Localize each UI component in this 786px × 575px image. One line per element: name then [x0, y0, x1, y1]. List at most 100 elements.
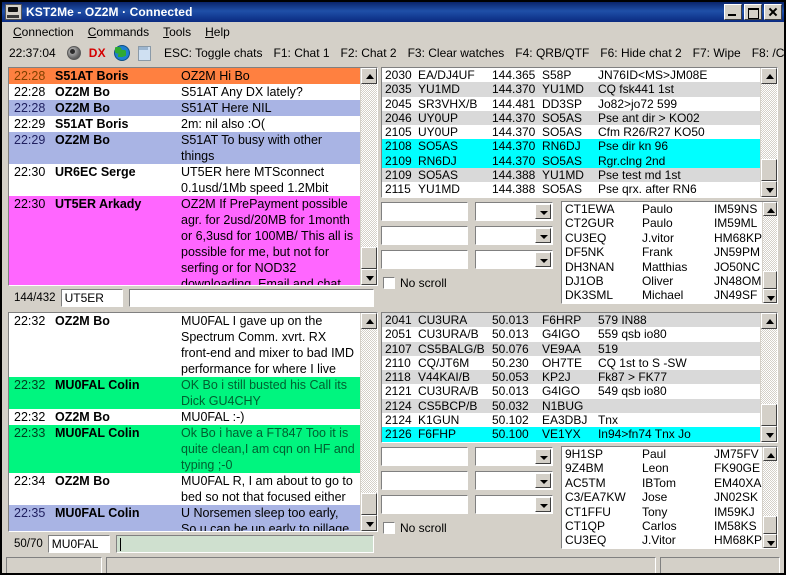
fkey-hint[interactable]: F7: Wipe — [693, 46, 741, 60]
scroll-up-button[interactable] — [763, 447, 777, 461]
scroll-up-button[interactable] — [761, 313, 777, 329]
user-row[interactable]: CT1EWA Paulo IM59NS — [562, 202, 762, 216]
no-scroll-control-2[interactable]: No scroll — [381, 518, 557, 538]
spot-row[interactable]: 2030 EA/DJ4UF 144.365 S58P JN76ID<MS>JM08E — [381, 68, 760, 83]
chat-message[interactable]: 22:30 UT5ER Arkady OZ2M If PrePayment poss… — [9, 196, 360, 285]
chat-1-message-input[interactable] — [128, 289, 374, 307]
chat-1-callsign-input[interactable]: UT5ER — [59, 288, 124, 308]
filter-input-1[interactable] — [380, 446, 468, 466]
chat-message[interactable]: 22:34 OZ2M Bo MU0FAL R, I am about to go t… — [9, 473, 360, 505]
chat-message[interactable]: 22:29 S51AT Boris 2m: nil also :O( — [9, 116, 360, 132]
user-row[interactable]: C3/EA7KW Jose JN02SK — [562, 490, 762, 504]
spot-row[interactable]: 2108 SO5AS 144.370 RN6DJ Pse dir kn 96 — [381, 139, 760, 154]
no-scroll-checkbox[interactable] — [382, 522, 395, 534]
fkey-hint[interactable]: ESC: Toggle chats — [164, 46, 263, 60]
user-row[interactable]: CT1FFU Tony IM59KJ — [562, 505, 762, 519]
scroll-down-button[interactable] — [360, 269, 377, 285]
chevron-down-icon[interactable] — [534, 448, 551, 464]
spot-row[interactable]: 2126 F6FHP 50.100 VE1YX In94>fn74 Tnx Jo — [381, 427, 760, 442]
filter-input-2[interactable] — [380, 470, 468, 490]
chat-2-callsign-input[interactable]: MU0FAL — [46, 534, 111, 554]
scroll-thumb[interactable] — [761, 404, 777, 426]
fkey-hint[interactable]: F1: Chat 1 — [274, 46, 330, 60]
maximize-button[interactable] — [744, 4, 762, 20]
filter-input-3[interactable] — [380, 249, 468, 269]
user-row[interactable]: CT2GUR Paulo IM59ML — [562, 216, 762, 230]
scroll-down-button[interactable] — [761, 181, 777, 197]
scroll-up-button[interactable] — [360, 68, 377, 84]
menu-help[interactable]: Help — [198, 24, 237, 40]
spot-row[interactable]: 2124 CS5BCP/B 50.032 N1BUG — [381, 398, 760, 414]
chat-1-scrollbar[interactable] — [359, 68, 377, 285]
spots-2-scrollbar[interactable] — [760, 313, 777, 442]
user-row[interactable]: 9Z4BM Leon FK90GE — [562, 461, 762, 475]
chevron-down-icon[interactable] — [534, 227, 551, 243]
users-2-scrollbar[interactable] — [762, 447, 777, 548]
chevron-down-icon[interactable] — [534, 251, 551, 267]
spot-row[interactable]: 2118 V44KAI/B 50.053 KP2J Fk87 > FK77 — [381, 370, 760, 385]
chat-message[interactable]: 22:32 OZ2M Bo MU0FAL I gave up on the Spec… — [9, 313, 360, 377]
user-row[interactable]: DJ1OB Oliver JN48OM — [562, 274, 762, 288]
filter-combo-2[interactable] — [474, 225, 553, 245]
no-scroll-checkbox[interactable] — [382, 277, 395, 289]
filter-input-1[interactable] — [380, 201, 468, 221]
fkey-hint[interactable]: F6: Hide chat 2 — [600, 46, 681, 60]
chat-message[interactable]: 22:35 MU0FAL Colin U Norsemen sleep too ea… — [9, 505, 360, 531]
scroll-down-button[interactable] — [761, 426, 777, 442]
chat-message[interactable]: 22:28 S51AT Boris OZ2M Hi Bo — [9, 68, 360, 84]
filter-input-3[interactable] — [380, 494, 468, 514]
scroll-track[interactable] — [761, 329, 777, 426]
scroll-track[interactable] — [763, 461, 777, 534]
filter-input-2[interactable] — [380, 225, 468, 245]
window-icon[interactable] — [135, 44, 153, 61]
filter-combo-1[interactable] — [474, 201, 553, 221]
scroll-thumb[interactable] — [761, 159, 777, 181]
user-row[interactable]: DF5NK Frank JN59PM — [562, 245, 762, 259]
user-row[interactable]: CT1QP Carlos IM58KS — [562, 519, 762, 533]
users-1-list[interactable]: CT1EWA Paulo IM59NS CT2GUR Paulo IM59ML CU3EQ J… — [562, 202, 762, 303]
scroll-thumb[interactable] — [360, 493, 377, 515]
spot-row[interactable]: 2121 CU3URA/B 50.013 G4IGO 549 qsb io80 — [381, 384, 760, 399]
chat-2-message-input[interactable] — [115, 535, 374, 553]
menu-commands[interactable]: Commands — [81, 24, 156, 40]
scroll-down-button[interactable] — [360, 515, 377, 531]
spots-1-list[interactable]: 2030 EA/DJ4UF 144.365 S58P JN76ID<MS>JM08E 20… — [381, 68, 760, 197]
spot-row[interactable]: 2109 SO5AS 144.388 YU1MD Pse test md 1st — [381, 168, 760, 183]
filter-combo-1[interactable] — [474, 446, 553, 466]
spot-row[interactable]: 2109 RN6DJ 144.370 SO5AS Rgr.clng 2nd — [381, 153, 760, 169]
user-row[interactable]: AC5TM IBTom EM40XA — [562, 476, 762, 490]
spot-row[interactable]: 2115 YU1MD 144.388 SO5AS Pse qrx. after RN6 — [381, 182, 760, 197]
spot-row[interactable]: 2045 SR3VHX/B 144.481 DD3SP Jo82>jo72 599 — [381, 96, 760, 111]
spot-row[interactable]: 2035 YU1MD 144.370 YU1MD CQ fsk441 1st — [381, 82, 760, 97]
filter-combo-2[interactable] — [474, 470, 553, 490]
no-scroll-control-1[interactable]: No scroll — [381, 273, 557, 293]
fkey-hint[interactable]: F3: Clear watches — [408, 46, 505, 60]
speaker-icon[interactable] — [64, 44, 82, 61]
filter-combo-3[interactable] — [474, 494, 553, 514]
globe-icon[interactable] — [112, 44, 130, 61]
scroll-thumb[interactable] — [763, 515, 777, 534]
spot-row[interactable]: 2041 CU3URA 50.013 F6HRP 579 IN88 — [381, 313, 760, 328]
scroll-down-button[interactable] — [763, 288, 777, 303]
spots-2-list[interactable]: 2041 CU3URA 50.013 F6HRP 579 IN88 2051 CU3URA/… — [381, 313, 760, 442]
chat-message[interactable]: 22:29 OZ2M Bo S51AT To busy with other thi… — [9, 132, 360, 164]
spot-row[interactable]: 2107 CS5BALG/B 50.076 VE9AA 519 — [381, 341, 760, 356]
user-row[interactable]: DK3SML Michael JN49SF — [562, 288, 762, 302]
scroll-up-button[interactable] — [360, 313, 377, 329]
scroll-track[interactable] — [360, 84, 377, 269]
scroll-down-button[interactable] — [763, 533, 777, 548]
spot-row[interactable]: 2110 CQ/JT6M 50.230 OH7TE CQ 1st to S -SW — [381, 355, 760, 371]
chat-1-messages[interactable]: 22:28 S51AT Boris OZ2M Hi Bo 22:28 OZ2M Bo S5… — [9, 68, 360, 285]
chat-2-scrollbar[interactable] — [359, 313, 377, 531]
spot-row[interactable]: 2051 CU3URA/B 50.013 G4IGO 559 qsb io80 — [381, 327, 760, 342]
spot-row[interactable]: 2105 UY0UP 144.370 SO5AS Cfm R26/R27 KO50 — [381, 125, 760, 140]
spots-1-scrollbar[interactable] — [760, 68, 777, 197]
scroll-up-button[interactable] — [761, 68, 777, 84]
chat-message[interactable]: 22:32 OZ2M Bo MU0FAL :-) — [9, 409, 360, 425]
menu-tools[interactable]: Tools — [156, 24, 198, 40]
user-row[interactable]: CU3EQ J.Vitor HM68KP — [562, 533, 762, 547]
spot-row[interactable]: 2046 UY0UP 144.370 SO5AS Pse ant dir > KO02 — [381, 110, 760, 126]
dx-label[interactable]: DX — [89, 46, 106, 60]
chevron-down-icon[interactable] — [534, 203, 551, 219]
chat-message[interactable]: 22:28 OZ2M Bo S51AT Here NIL — [9, 100, 360, 116]
